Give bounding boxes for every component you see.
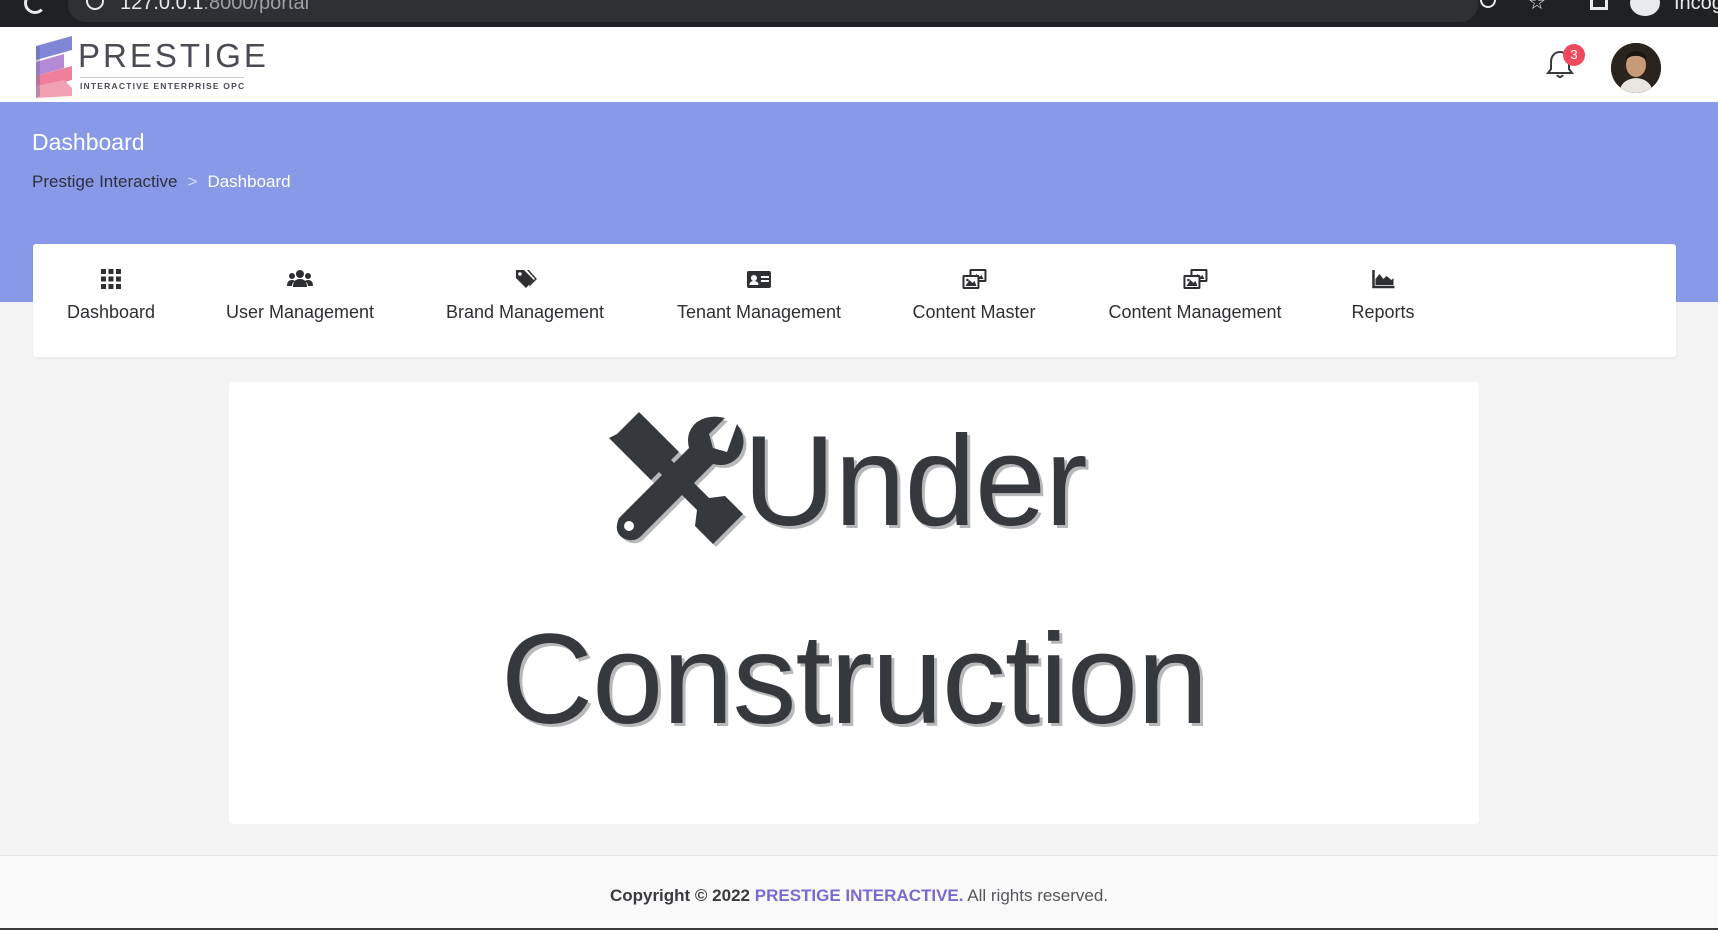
tags-icon <box>515 270 537 288</box>
nav-item-content-management[interactable]: Content Management <box>1108 268 1282 332</box>
grid-icon <box>101 269 121 289</box>
user-photo-icon <box>1611 43 1661 93</box>
nav-label: Dashboard <box>66 302 156 322</box>
copyright-label: Copyright © 2022 <box>609 886 750 905</box>
nav-item-content-master[interactable]: Content Master <box>912 268 1036 332</box>
nav-label: Tenant Management <box>676 302 842 322</box>
breadcrumb-current: Dashboard <box>207 172 291 191</box>
nav-label: Content Management <box>1108 302 1282 322</box>
logo-mark-icon <box>36 36 72 98</box>
logo[interactable]: PRESTIGE INTERACTIVE ENTERPRISE OPC <box>34 36 266 100</box>
main-content-card: Under Construction <box>229 382 1479 824</box>
breadcrumb-separator: > <box>187 172 198 191</box>
star-icon[interactable]: ☆ <box>1528 0 1546 15</box>
footer-brand-link[interactable]: PRESTIGE INTERACTIVE. <box>755 886 964 905</box>
heading-word-under: Under <box>743 410 1088 553</box>
under-construction-heading: Under <box>609 412 1169 552</box>
nav-label: Brand Management <box>445 302 605 322</box>
footer-copyright: Copyright © 2022 PRESTIGE INTERACTIVE. A… <box>0 886 1718 906</box>
nav-label: User Management <box>225 302 375 322</box>
logo-title: PRESTIGE <box>78 37 269 74</box>
notification-badge[interactable]: 3 <box>1563 44 1585 66</box>
search-icon[interactable] <box>1480 0 1496 8</box>
images-icon <box>1182 269 1207 289</box>
logo-subtitle: INTERACTIVE ENTERPRISE OPC <box>80 77 244 91</box>
address-url[interactable]: 127.0.0.1:8000/portal <box>120 0 309 15</box>
reload-icon[interactable] <box>24 0 46 14</box>
footer: Copyright © 2022 PRESTIGE INTERACTIVE. A… <box>0 855 1718 930</box>
module-nav: Dashboard User Management Brand Manageme… <box>33 244 1676 357</box>
nav-item-tenant-management[interactable]: Tenant Management <box>677 268 841 332</box>
extension-icon[interactable] <box>1590 0 1608 10</box>
area-chart-icon <box>1371 270 1394 289</box>
incognito-icon[interactable] <box>1630 0 1660 16</box>
id-card-icon <box>746 271 771 288</box>
breadcrumb-root-link[interactable]: Prestige Interactive <box>32 172 178 191</box>
nav-item-user-management[interactable]: User Management <box>226 268 374 332</box>
app-header: PRESTIGE INTERACTIVE ENTERPRISE OPC 3 <box>0 27 1718 102</box>
nav-item-dashboard[interactable]: Dashboard <box>67 268 155 332</box>
nav-item-brand-management[interactable]: Brand Management <box>446 268 604 332</box>
avatar[interactable] <box>1611 43 1661 93</box>
rights-label: All rights reserved. <box>967 886 1109 905</box>
profile-label[interactable]: Incog <box>1674 0 1718 15</box>
images-icon <box>962 269 986 289</box>
tools-icon <box>609 412 747 547</box>
breadcrumb: Prestige Interactive > Dashboard <box>32 172 291 192</box>
users-icon <box>286 270 313 287</box>
nav-label: Content Master <box>912 302 1036 322</box>
nav-item-reports[interactable]: Reports <box>1351 268 1415 332</box>
heading-word-construction: Construction <box>500 608 1209 751</box>
nav-label: Reports <box>1351 302 1415 322</box>
page-title: Dashboard <box>32 129 145 155</box>
browser-toolbar: 127.0.0.1:8000/portal ☆ Incog <box>0 0 1718 27</box>
